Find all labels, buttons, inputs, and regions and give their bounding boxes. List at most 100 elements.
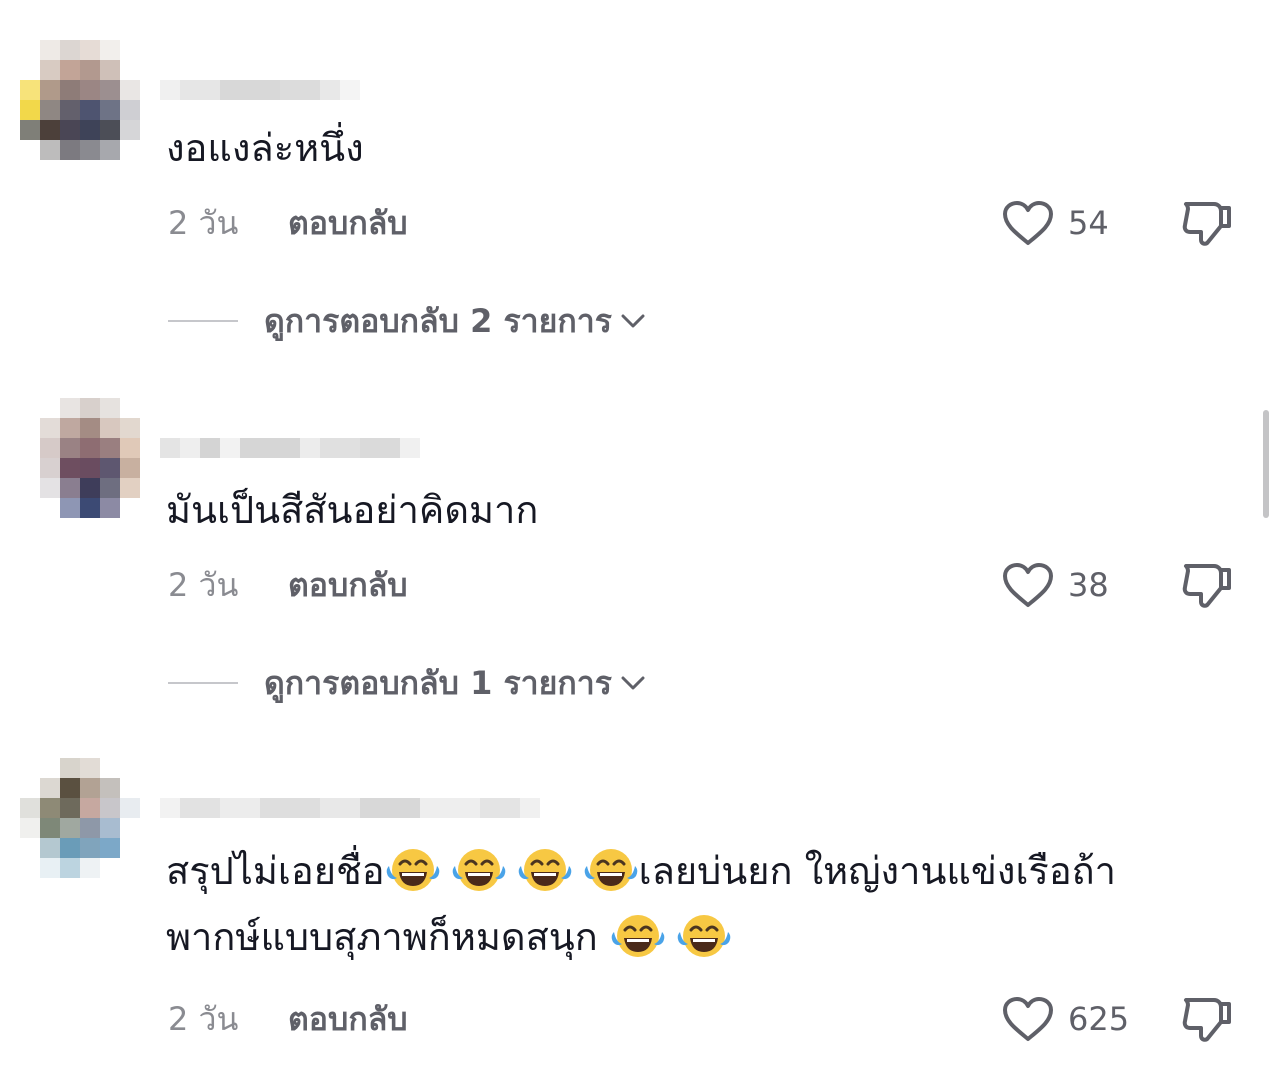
username-blur-block <box>200 438 220 458</box>
thumbs-down-icon[interactable] <box>1180 558 1234 612</box>
avatar-pixel <box>40 120 60 140</box>
avatar-pixel <box>80 778 100 798</box>
avatar-pixel <box>80 120 100 140</box>
view-replies-button[interactable]: ดูการตอบกลับ 2 รายการ <box>168 296 646 346</box>
thumbs-down-icon[interactable] <box>1180 196 1234 250</box>
avatar-pixel <box>80 60 100 80</box>
tears-of-joy-emoji-icon <box>610 910 666 960</box>
avatar-pixel <box>100 458 120 478</box>
avatar-pixel <box>60 858 80 878</box>
avatar-pixel <box>100 778 120 798</box>
avatar-pixel <box>20 858 40 878</box>
avatar-pixel <box>20 418 40 438</box>
avatar-pixel <box>120 818 140 838</box>
avatar-pixel <box>140 858 160 878</box>
avatar-pixel <box>60 120 80 140</box>
avatar-pixel <box>40 458 60 478</box>
avatar-pixel <box>140 418 160 438</box>
avatar-pixel <box>80 838 100 858</box>
avatar-pixel <box>100 858 120 878</box>
avatar-pixel <box>100 818 120 838</box>
avatar-pixel <box>120 100 140 120</box>
avatar-pixel <box>60 778 80 798</box>
like-button[interactable]: 54 <box>1002 198 1109 248</box>
avatar-pixel <box>80 798 100 818</box>
avatar-pixel <box>140 498 160 518</box>
username-blur-block <box>180 798 220 818</box>
avatar-pixel <box>20 778 40 798</box>
avatar-pixel <box>60 398 80 418</box>
avatar-pixel <box>120 80 140 100</box>
avatar-pixel <box>140 478 160 498</box>
avatar-pixel <box>60 478 80 498</box>
username-blurred[interactable] <box>160 758 540 818</box>
avatar-pixel <box>20 758 40 778</box>
avatar-pixel <box>100 838 120 858</box>
avatar-pixel <box>40 80 60 100</box>
avatar[interactable] <box>20 398 160 518</box>
username-blur-block <box>360 798 420 818</box>
avatar-pixel <box>120 478 140 498</box>
avatar-pixel <box>40 498 60 518</box>
like-button[interactable]: 625 <box>1002 994 1129 1044</box>
comment-text: มันเป็นสีสันอย่าคิดมาก <box>166 488 539 532</box>
avatar-pixel <box>40 100 60 120</box>
reply-button[interactable]: ตอบกลับ <box>288 198 408 249</box>
avatar[interactable] <box>20 758 160 878</box>
avatar-pixel <box>140 838 160 858</box>
avatar-pixel <box>60 100 80 120</box>
avatar-pixel <box>40 140 60 160</box>
avatar-pixel <box>60 80 80 100</box>
avatar-pixel <box>120 120 140 140</box>
avatar-pixel <box>140 60 160 80</box>
tears-of-joy-emoji-icon <box>385 844 441 894</box>
avatar-pixel <box>120 40 140 60</box>
avatar-pixel <box>40 478 60 498</box>
chevron-down-icon <box>621 676 645 690</box>
avatar-pixel <box>120 498 140 518</box>
avatar-pixel <box>20 80 40 100</box>
avatar-pixel <box>140 818 160 838</box>
avatar-pixel <box>40 798 60 818</box>
avatar-pixel <box>20 140 40 160</box>
reply-button[interactable]: ตอบกลับ <box>288 560 408 611</box>
username-blur-block <box>360 438 400 458</box>
avatar-pixel <box>40 858 60 878</box>
comment-meta: 2 วัน ตอบกลับ <box>168 560 408 610</box>
avatar-pixel <box>140 798 160 818</box>
username-blurred[interactable] <box>160 398 420 458</box>
avatar-pixel <box>120 398 140 418</box>
avatar-pixel <box>40 778 60 798</box>
tears-of-joy-emoji-icon <box>517 844 573 894</box>
avatar-pixel <box>40 418 60 438</box>
avatar[interactable] <box>20 40 160 160</box>
heart-outline-icon <box>1003 201 1053 245</box>
avatar-pixel <box>60 798 80 818</box>
view-replies-label: ดูการตอบกลับ 2 รายการ <box>264 301 612 340</box>
comment-time: 2 วัน <box>168 999 239 1038</box>
reply-button[interactable]: ตอบกลับ <box>288 994 408 1045</box>
username-blur-block <box>220 80 280 100</box>
avatar-pixel <box>40 838 60 858</box>
avatar-pixel <box>80 458 100 478</box>
avatar-pixel <box>140 398 160 418</box>
username-blur-block <box>480 798 520 818</box>
like-count: 625 <box>1068 1000 1130 1038</box>
scrollbar[interactable] <box>1263 410 1269 518</box>
username-blurred[interactable] <box>160 40 360 100</box>
username-blur-block <box>320 798 360 818</box>
avatar-pixel <box>120 140 140 160</box>
avatar-pixel <box>120 438 140 458</box>
like-button[interactable]: 38 <box>1002 560 1109 610</box>
avatar-pixel <box>60 758 80 778</box>
view-replies-button[interactable]: ดูการตอบกลับ 1 รายการ <box>168 658 646 708</box>
thumbs-down-icon[interactable] <box>1180 992 1234 1046</box>
avatar-pixel <box>20 818 40 838</box>
username-blur-block <box>160 438 180 458</box>
avatar-pixel <box>120 838 140 858</box>
avatar-pixel <box>100 478 120 498</box>
username-blur-block <box>220 798 260 818</box>
avatar-pixel <box>120 60 140 80</box>
username-blur-block <box>280 80 320 100</box>
username-blur-block <box>320 438 360 458</box>
